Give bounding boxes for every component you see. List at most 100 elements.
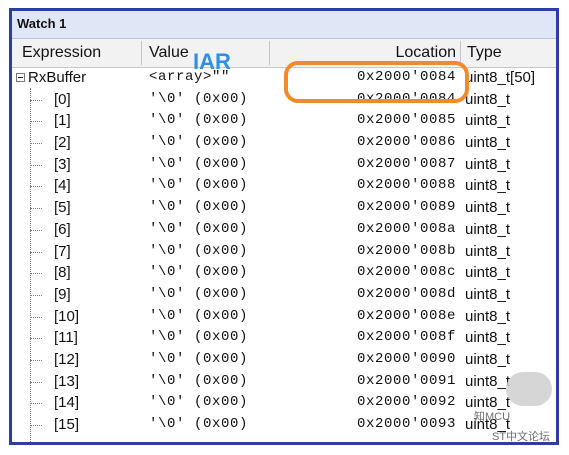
watch-row[interactable]: [2] '\0' (0x00) 0x2000'0086 uint8_t	[12, 132, 556, 154]
expression-cell: [6]	[54, 220, 71, 238]
tree-branch	[30, 99, 42, 101]
tree-branch	[30, 208, 42, 210]
watch-row[interactable]: [1] '\0' (0x00) 0x2000'0085 uint8_t	[12, 110, 556, 132]
value-cell: '\0' (0x00)	[149, 307, 249, 324]
tree-branch	[30, 403, 42, 405]
expression-cell: [13]	[54, 372, 80, 390]
type-cell: uint8_t	[465, 90, 511, 108]
location-cell: 0x2000'0092	[356, 394, 456, 411]
tree-branch	[30, 186, 42, 188]
expression-cell: [8]	[54, 264, 71, 282]
value-cell: '\0' (0x00)	[149, 285, 249, 302]
location-cell: 0x2000'0093	[356, 416, 456, 432]
location-highlight	[284, 61, 469, 103]
type-cell: uint8_t	[465, 112, 511, 130]
expression-cell: [11]	[54, 329, 78, 347]
tree-branch	[30, 229, 42, 231]
value-cell: '\0' (0x00)	[149, 134, 249, 151]
expression-cell: RxBuffer	[28, 69, 87, 86]
expression-cell: [10]	[54, 307, 80, 325]
value-cell: '\0' (0x00)	[149, 264, 249, 281]
collapse-icon[interactable]	[16, 73, 25, 82]
iar-label: IAR	[193, 49, 231, 74]
type-cell: uint8_t	[465, 155, 511, 173]
type-cell: uint8_t	[465, 177, 511, 195]
watch-row[interactable]: [10] '\0' (0x00) 0x2000'008e uint8_t	[12, 306, 556, 328]
type-cell: uint8_t	[465, 285, 511, 303]
tree-branch	[30, 425, 42, 426]
expression-cell: [3]	[54, 155, 71, 173]
tree-branch	[30, 251, 42, 253]
tree-branch	[30, 338, 42, 340]
location-cell: 0x2000'0091	[356, 372, 456, 389]
watch-row[interactable]: [7] '\0' (0x00) 0x2000'008b uint8_t	[12, 241, 556, 263]
watch-row[interactable]: [8] '\0' (0x00) 0x2000'008c uint8_t	[12, 262, 556, 284]
type-cell: uint8_t	[465, 134, 511, 152]
expression-cell: [9]	[54, 285, 71, 303]
expression-cell: [14]	[54, 394, 80, 412]
tree-branch	[30, 273, 42, 275]
location-cell: 0x2000'008f	[356, 329, 456, 346]
expression-cell: [7]	[54, 242, 71, 260]
window-title: Watch 1	[12, 11, 556, 39]
tree-branch	[30, 294, 42, 296]
location-cell: 0x2000'0090	[356, 350, 456, 367]
value-cell: '\0' (0x00)	[149, 372, 249, 389]
value-cell: '\0' (0x00)	[149, 329, 249, 346]
value-cell: '\0' (0x00)	[149, 220, 249, 237]
location-cell: 0x2000'0086	[356, 134, 456, 151]
type-cell: uint8_t	[465, 307, 511, 325]
watch-row[interactable]: [9] '\0' (0x00) 0x2000'008d uint8_t	[12, 284, 556, 306]
type-cell: uint8_t[50]	[465, 69, 536, 86]
value-cell: '\0' (0x00)	[149, 394, 249, 411]
value-cell: '\0' (0x00)	[149, 177, 249, 194]
type-cell: uint8_t	[465, 264, 511, 282]
type-cell: uint8_t	[465, 242, 511, 260]
tree-branch	[30, 316, 42, 318]
expression-cell: [5]	[54, 199, 71, 217]
watermark-line1: 知MCU	[474, 411, 511, 423]
expression-cell: [12]	[54, 350, 80, 368]
value-cell: '\0' (0x00)	[149, 90, 249, 107]
location-cell: 0x2000'008c	[356, 264, 456, 281]
watermark-line2: ST中文论坛	[492, 431, 551, 443]
type-cell: uint8_t	[465, 199, 511, 217]
expression-cell: [15]	[54, 416, 80, 433]
value-cell: '\0' (0x00)	[149, 112, 249, 129]
expression-cell: [2]	[54, 134, 71, 152]
value-cell: '\0' (0x00)	[149, 242, 249, 259]
expression-cell: [0]	[54, 90, 71, 108]
type-cell: uint8_t	[465, 220, 511, 238]
location-cell: 0x2000'008d	[356, 285, 456, 302]
value-cell: '\0' (0x00)	[149, 416, 249, 432]
tree-branch	[30, 121, 42, 123]
column-separator[interactable]	[269, 41, 270, 65]
expression-cell: [1]	[54, 112, 71, 130]
tree-branch	[30, 143, 42, 145]
column-header: Expression Value Location Type	[12, 39, 556, 68]
location-cell: 0x2000'0089	[356, 199, 456, 216]
location-cell: 0x2000'0087	[356, 155, 456, 172]
watch-row[interactable]: [6] '\0' (0x00) 0x2000'008a uint8_t	[12, 219, 556, 241]
location-cell: 0x2000'008e	[356, 307, 456, 324]
column-separator[interactable]	[141, 41, 142, 65]
watch-row[interactable]: [5] '\0' (0x00) 0x2000'0089 uint8_t	[12, 197, 556, 219]
type-cell: uint8_t	[465, 329, 511, 347]
location-cell: 0x2000'0085	[356, 112, 456, 129]
location-cell: 0x2000'008a	[356, 220, 456, 237]
tree-branch	[30, 359, 42, 361]
expression-cell: [4]	[54, 177, 71, 195]
column-expression[interactable]: Expression	[22, 39, 101, 67]
watch-row[interactable]: [11] '\0' (0x00) 0x2000'008f uint8_t	[12, 327, 556, 349]
location-cell: 0x2000'0088	[356, 177, 456, 194]
column-type[interactable]: Type	[467, 39, 502, 67]
chat-bubble-icon	[506, 372, 552, 406]
value-cell: '\0' (0x00)	[149, 155, 249, 172]
column-value[interactable]: Value	[149, 39, 189, 67]
location-cell: 0x2000'008b	[356, 242, 456, 259]
watermark: 知MCU ST中文论坛	[466, 362, 566, 455]
tree-branch	[30, 381, 42, 383]
watch-row[interactable]: [4] '\0' (0x00) 0x2000'0088 uint8_t	[12, 175, 556, 197]
watch-row[interactable]: [3] '\0' (0x00) 0x2000'0087 uint8_t	[12, 154, 556, 176]
tree-branch	[30, 164, 42, 166]
